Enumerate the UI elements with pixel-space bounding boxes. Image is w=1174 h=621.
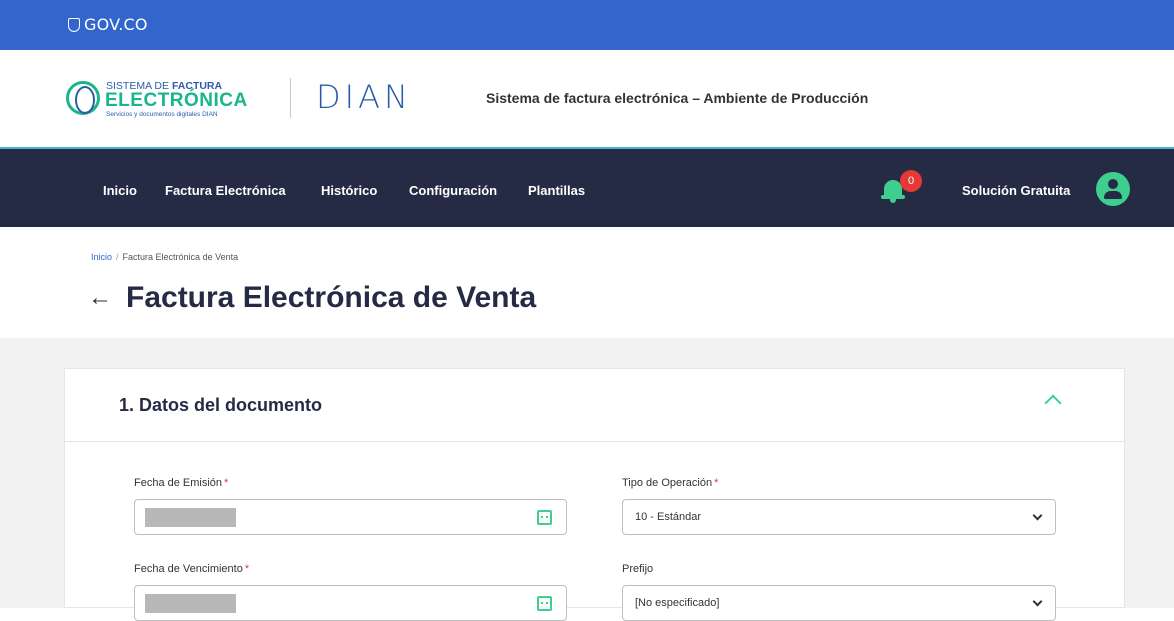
user-avatar-icon[interactable] <box>1096 172 1130 206</box>
prefijo-label: Prefijo <box>622 563 654 575</box>
back-arrow-icon[interactable]: ← <box>88 280 112 316</box>
page-header: ← Factura Electrónica de Venta <box>88 280 536 316</box>
card-header[interactable]: 1. Datos del documento <box>65 369 1124 442</box>
nav-item-historico[interactable]: Histórico <box>321 183 377 198</box>
gov-co-logo[interactable]: GOV.CO <box>68 15 148 34</box>
tipo-operacion-label: Tipo de Operación * <box>622 477 719 489</box>
redacted-value <box>145 508 236 527</box>
required-asterisk: * <box>224 477 229 489</box>
chevron-down-icon <box>1032 510 1043 521</box>
environment-tagline: Sistema de factura electrónica – Ambient… <box>486 90 869 106</box>
redacted-value <box>145 594 236 613</box>
logo-line-3: Servicios y documentos digitales DIAN <box>106 111 218 118</box>
fecha-emision-label: Fecha de Emisión * <box>134 477 229 489</box>
prefijo-value: [No especificado] <box>635 597 720 609</box>
fecha-vencimiento-input[interactable] <box>134 585 567 621</box>
calendar-icon[interactable] <box>537 596 552 611</box>
dian-logo[interactable]: DIAN <box>316 80 412 114</box>
required-asterisk: * <box>714 477 719 489</box>
breadcrumb-current: Factura Electrónica de Venta <box>122 252 239 262</box>
fecha-emision-input[interactable] <box>134 499 567 535</box>
prefijo-select[interactable]: [No especificado] <box>622 585 1056 621</box>
gov-co-text: GOV.CO <box>84 15 148 34</box>
notification-badge: 0 <box>900 170 922 192</box>
shield-icon <box>68 17 80 32</box>
globe-icon <box>66 81 100 115</box>
main-nav: Inicio Factura Electrónica Histórico Con… <box>0 147 1174 227</box>
user-menu-label[interactable]: Solución Gratuita <box>962 183 1070 198</box>
breadcrumb-home-link[interactable]: Inicio <box>91 252 112 262</box>
nav-item-factura-electronica[interactable]: Factura Electrónica <box>165 183 286 198</box>
tipo-operacion-value: 10 - Estándar <box>635 511 702 523</box>
calendar-icon[interactable] <box>537 510 552 525</box>
section-title: 1. Datos del documento <box>119 395 323 415</box>
nav-item-configuracion[interactable]: Configuración <box>409 183 497 198</box>
nav-item-inicio[interactable]: Inicio <box>103 183 137 198</box>
brand-divider <box>290 78 291 118</box>
chevron-down-icon <box>1032 596 1043 607</box>
required-asterisk: * <box>244 563 250 575</box>
sistema-factura-electronica-logo[interactable]: SISTEMA DE FACTURA ELECTRÓNICA Servicios… <box>66 80 266 120</box>
gov-bar: GOV.CO <box>0 0 1174 50</box>
nav-item-plantillas[interactable]: Plantillas <box>528 183 585 198</box>
chevron-up-icon[interactable] <box>1044 394 1062 412</box>
fecha-vencimiento-label: Fecha de Vencimiento * <box>134 563 250 575</box>
page-title: Factura Electrónica de Venta <box>126 281 537 314</box>
breadcrumb: Inicio / Factura Electrónica de Venta <box>91 252 238 262</box>
logo-line-2: ELECTRÓNICA <box>105 90 248 111</box>
tipo-operacion-select[interactable]: 10 - Estándar <box>622 499 1056 535</box>
breadcrumb-separator: / <box>116 252 119 262</box>
